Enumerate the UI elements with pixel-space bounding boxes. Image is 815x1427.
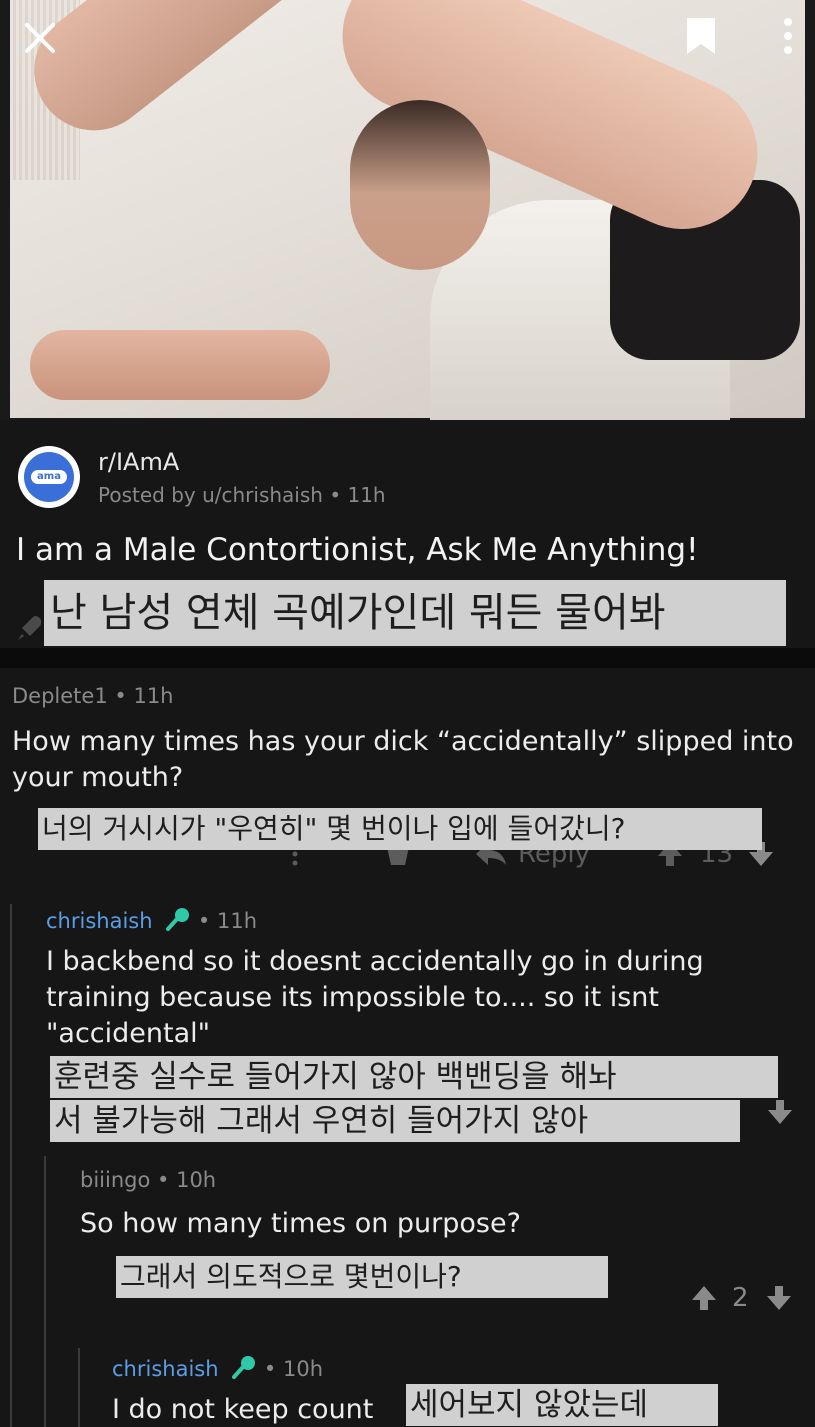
- downvote-button[interactable]: [765, 1284, 793, 1312]
- section-divider: [0, 648, 815, 668]
- subreddit-avatar[interactable]: ama: [18, 446, 80, 508]
- comment-actions: [766, 1094, 794, 1130]
- close-icon: [25, 23, 55, 53]
- downvote-icon: [768, 1100, 792, 1124]
- microphone-icon: [166, 908, 190, 931]
- bookmark-icon: [687, 18, 715, 54]
- microphone-icon: [232, 1356, 256, 1379]
- comment-score: 2: [732, 1283, 749, 1313]
- comment-time: • 10h: [157, 1168, 217, 1192]
- comment-author[interactable]: Deplete1: [12, 684, 108, 708]
- downvote-icon: [766, 1286, 791, 1310]
- rocket-icon: [18, 616, 42, 640]
- save-button[interactable]: [678, 12, 724, 60]
- thread-line: [10, 904, 12, 1427]
- post-title: I am a Male Contortionist, Ask Me Anythi…: [16, 532, 699, 568]
- more-options-button[interactable]: [770, 12, 806, 60]
- comment-meta: chrishaish • 10h: [112, 1354, 323, 1381]
- comment-author[interactable]: chrishaish: [112, 1357, 219, 1381]
- comment-body: I backbend so it doesnt accidentally go …: [46, 946, 704, 1049]
- comment-meta: biiingo • 10h: [80, 1168, 216, 1192]
- thread-line: [78, 1348, 80, 1427]
- comment-meta: chrishaish • 11h: [46, 906, 257, 933]
- comment-translation: 그래서 의도적으로 몇번이나?: [116, 1256, 608, 1298]
- comment-actions: 2: [690, 1280, 793, 1316]
- comment-time: • 11h: [114, 684, 174, 708]
- comment-translation: 세어보지 않았는데: [406, 1384, 718, 1426]
- comment-meta: Deplete1 • 11h: [12, 684, 173, 708]
- comments-section: Deplete1 • 11h How many times has your d…: [0, 668, 815, 1427]
- comment-translation-line1: 훈련중 실수로 들어가지 않아 백밴딩을 해놔: [50, 1056, 778, 1098]
- comment-author[interactable]: biiingo: [80, 1168, 150, 1192]
- comment-body: I do not keep count: [112, 1394, 374, 1425]
- title-translation: 난 남성 연체 곡예가인데 뭐든 물어봐: [44, 580, 786, 646]
- comment-translation-line2: 서 불가능해 그래서 우연히 들어가지 않아: [50, 1100, 740, 1142]
- comment-translation: 너의 거시시가 "우연히" 몇 번이나 입에 들어갔니?: [38, 808, 762, 850]
- subreddit-name[interactable]: r/IAmA: [98, 448, 179, 476]
- post-image[interactable]: [0, 0, 815, 420]
- comment-time: • 10h: [263, 1357, 323, 1381]
- comment-author[interactable]: chrishaish: [46, 909, 153, 933]
- upvote-button[interactable]: [690, 1284, 718, 1312]
- downvote-button[interactable]: [766, 1098, 794, 1126]
- posted-by: Posted by u/chrishaish • 11h: [98, 483, 386, 507]
- comment-body: So how many times on purpose?: [80, 1208, 521, 1239]
- more-vertical-icon: [784, 18, 792, 54]
- avatar-text: ama: [31, 470, 67, 484]
- post-header: ama r/IAmA Posted by u/chrishaish • 11h …: [0, 420, 815, 595]
- upvote-icon: [692, 1286, 716, 1310]
- contortionist-photo: [10, 0, 805, 420]
- close-button[interactable]: [16, 14, 64, 62]
- comment-time: • 11h: [197, 909, 257, 933]
- thread-line: [44, 1156, 46, 1427]
- comment-body: How many times has your dick “accidental…: [12, 726, 794, 793]
